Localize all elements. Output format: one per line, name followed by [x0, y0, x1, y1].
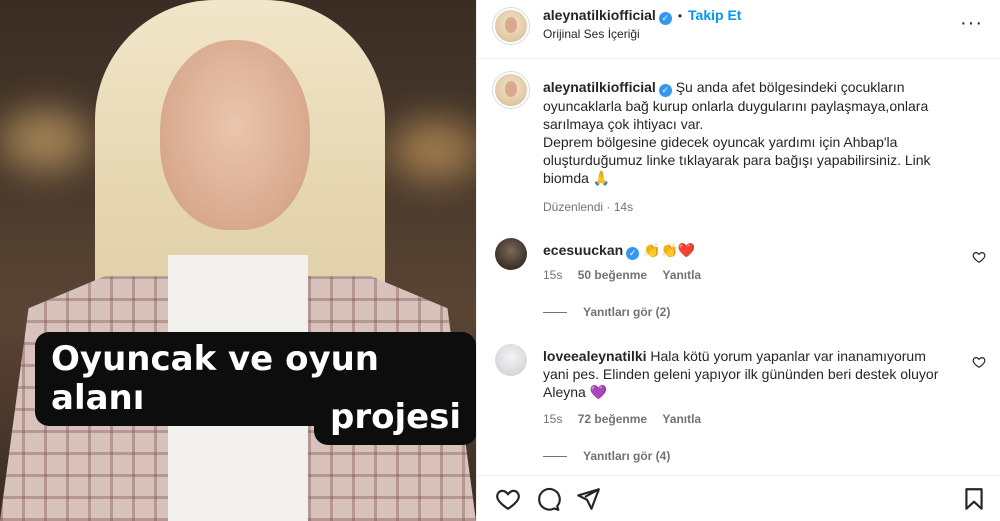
comment-1: ecesuuckan ✓ 👏👏❤️ — [543, 241, 695, 260]
comment-meta: 15s 72 beğenme Yanıtla — [543, 412, 701, 426]
view-replies-label: Yanıtları gör (2) — [583, 305, 671, 319]
heart-icon[interactable] — [495, 486, 521, 512]
person-face — [160, 40, 310, 230]
more-options-icon[interactable]: ··· — [960, 12, 983, 35]
author-avatar[interactable] — [495, 10, 527, 42]
verified-badge-icon: ✓ — [658, 84, 672, 97]
post-modal: Oyuncak ve oyun alanı projesi aleynatilk… — [0, 0, 1000, 521]
comment-likes[interactable]: 50 beğenme — [578, 268, 647, 282]
follow-button[interactable]: Takip Et — [688, 7, 741, 23]
edited-label: Düzenlendi — [543, 200, 604, 214]
reply-button[interactable]: Yanıtla — [662, 412, 701, 426]
caption-avatar[interactable] — [495, 74, 527, 106]
background-light — [390, 120, 476, 180]
comment-avatar[interactable] — [495, 238, 527, 270]
comment-likes[interactable]: 72 beğenme — [578, 412, 647, 426]
replies-divider — [543, 312, 567, 314]
send-icon[interactable] — [575, 486, 601, 512]
view-replies-button[interactable]: Yanıtları gör (2) — [543, 305, 670, 319]
post-details-panel: aleynatilkiofficial ✓ • Takip Et Orijinal S… — [476, 0, 1000, 521]
comment-like-icon[interactable] — [972, 355, 986, 369]
separator-dot: • — [677, 9, 683, 23]
comment-username[interactable]: ecesuuckan — [543, 242, 623, 258]
comment-avatar[interactable] — [495, 344, 527, 376]
verified-badge-icon: ✓ — [626, 247, 640, 260]
comment-icon[interactable] — [535, 486, 561, 512]
caption-username[interactable]: aleynatilkiofficial — [543, 79, 656, 95]
post-header: aleynatilkiofficial ✓ • Takip Et Orijinal S… — [477, 0, 1000, 59]
comment-time[interactable]: 15s — [543, 268, 562, 282]
replies-divider — [543, 456, 567, 458]
post-time[interactable]: 14s — [614, 200, 633, 214]
action-bar — [477, 475, 1000, 521]
comment-meta: 15s 50 beğenme Yanıtla — [543, 268, 701, 282]
audio-label[interactable]: Orijinal Ses İçeriği — [543, 27, 640, 41]
post-caption: aleynatilkiofficial ✓ Şu anda afet bölges… — [543, 78, 963, 187]
bookmark-icon[interactable] — [961, 486, 987, 512]
view-replies-label: Yanıtları gör (4) — [583, 449, 671, 463]
header-user-line: aleynatilkiofficial ✓ • Takip Et — [543, 7, 741, 25]
reply-button[interactable]: Yanıtla — [662, 268, 701, 282]
background-light — [0, 110, 90, 170]
comment-like-icon[interactable] — [972, 250, 986, 264]
comment-text: 👏👏❤️ — [643, 242, 696, 258]
comment-username[interactable]: loveealeynatilki — [543, 348, 647, 364]
caption-meta: Düzenlendi · 14s — [543, 200, 634, 214]
post-video[interactable]: Oyuncak ve oyun alanı projesi — [0, 0, 476, 521]
verified-badge-icon: ✓ — [658, 12, 672, 25]
view-replies-button[interactable]: Yanıtları gör (4) — [543, 449, 670, 463]
author-username[interactable]: aleynatilkiofficial — [543, 7, 656, 23]
caption-text-2: Deprem bölgesine gidecek oyuncak yardımı… — [543, 134, 931, 186]
comment-time[interactable]: 15s — [543, 412, 562, 426]
comment-2: loveealeynatilki Hala kötü yorum yapanla… — [543, 347, 953, 401]
video-caption-line2: projesi — [314, 390, 476, 446]
